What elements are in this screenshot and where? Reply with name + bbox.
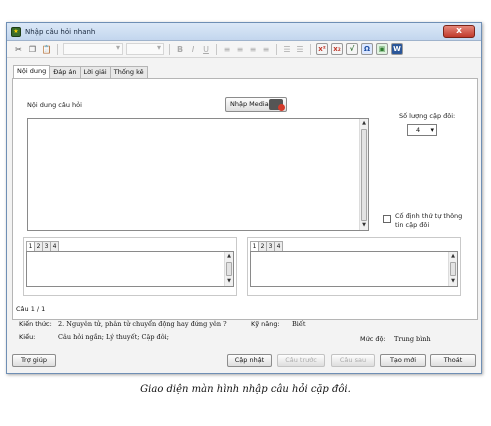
level-value: Trung bình [394,335,431,343]
bullet-list-icon[interactable]: ☰ [295,44,305,55]
toolbar-separator [57,43,58,55]
tab-bar: Nội dung Đáp án Lời giải Thống kê [13,65,148,78]
tab-statistics[interactable]: Thống kê [109,66,148,78]
toolbar-separator [276,43,277,55]
scroll-up-icon[interactable]: ▲ [360,119,368,128]
level-label: Mức độ: [360,335,386,343]
underline-button[interactable]: U [201,44,211,55]
right-pair-scrollbar[interactable]: ▲ ▼ [448,252,457,286]
exit-button[interactable]: Thoát [430,354,476,367]
help-button[interactable]: Trợ giúp [12,354,56,367]
new-question-button[interactable]: Tạo mới [380,354,426,367]
scroll-up-icon[interactable]: ▲ [449,252,457,261]
type-value: Câu hỏi ngắn; Lý thuyết; Cặp đôi; [58,333,169,341]
pair-count-label: Số lượng cặp đôi: [399,112,456,120]
app-icon: ★ [11,26,21,37]
subscript-icon[interactable]: x₂ [331,43,343,55]
toolbar-separator [169,43,170,55]
toolbar: ✂ ❐ 📋 B I U ≡ ≡ ≡ ≡ ☰ ☰ x² x₂ √ Ω ▣ W [7,41,481,58]
toolbar-separator [216,43,217,55]
paste-icon[interactable]: 📋 [41,44,52,55]
skill-value: Biết [292,320,306,328]
align-left-icon[interactable]: ≡ [222,44,232,55]
import-media-label: Nhập Media [230,100,269,108]
left-pair-editor[interactable]: ▲ ▼ [26,251,234,287]
right-pair-group: 1 2 3 4 ▲ ▼ [247,237,461,296]
copy-icon[interactable]: ❐ [27,44,38,55]
tab-solution[interactable]: Lời giải [79,66,111,78]
italic-button[interactable]: I [188,44,198,55]
equation-icon[interactable]: √ [346,43,358,55]
scroll-up-icon[interactable]: ▲ [225,252,233,261]
tab-answer[interactable]: Đáp án [49,66,81,78]
align-center-icon[interactable]: ≡ [235,44,245,55]
tab-content[interactable]: Nội dung [13,65,51,78]
left-pair-group: 1 2 3 4 ▲ ▼ [23,237,237,296]
left-pair-scrollbar[interactable]: ▲ ▼ [224,252,233,286]
scroll-down-icon[interactable]: ▼ [225,277,233,286]
right-pair-editor[interactable]: ▲ ▼ [250,251,458,287]
update-button[interactable]: Cập nhật [227,354,272,367]
window-title: Nhập câu hỏi nhanh [25,27,96,36]
title-bar: ★ Nhập câu hỏi nhanh x [7,23,481,41]
content-panel: Nội dung câu hỏi Nhập Media ▲ ▼ Số lượng… [12,78,478,320]
knowledge-label: Kiến thức: [19,320,52,328]
right-pair-tab-4[interactable]: 4 [274,241,283,251]
scroll-down-icon[interactable]: ▼ [360,221,368,230]
numbered-list-icon[interactable]: ☰ [282,44,292,55]
font-family-select[interactable] [63,43,123,55]
fix-order-checkbox[interactable] [383,215,391,223]
align-justify-icon[interactable]: ≡ [261,44,271,55]
bold-button[interactable]: B [175,44,185,55]
scroll-down-icon[interactable]: ▼ [449,277,457,286]
fix-order-label-line2: tin cặp đôi [395,221,430,229]
right-pair-tabs: 1 2 3 4 [250,241,283,251]
close-button[interactable]: x [443,25,475,38]
knowledge-value: 2. Nguyên tử, phân tử chuyển động hay đứ… [58,320,227,328]
scroll-thumb[interactable] [361,129,367,221]
next-question-button[interactable]: Câu sau [331,354,375,367]
question-editor-scrollbar[interactable]: ▲ ▼ [359,119,368,230]
pair-count-select[interactable]: 4 [407,124,437,136]
scroll-thumb[interactable] [226,262,232,276]
question-number: Câu 1 / 1 [16,305,46,313]
image-icon[interactable]: ▣ [376,43,388,55]
toolbar-separator [310,43,311,55]
previous-question-button[interactable]: Câu trước [277,354,325,367]
type-label: Kiểu: [19,333,36,341]
question-content-editor[interactable]: ▲ ▼ [27,118,369,231]
align-right-icon[interactable]: ≡ [248,44,258,55]
scroll-thumb[interactable] [450,262,456,276]
fix-order-label: Cố định thứ tự thông [395,212,463,220]
import-media-button[interactable]: Nhập Media [225,97,287,112]
left-pair-tabs: 1 2 3 4 [26,241,59,251]
font-size-select[interactable] [126,43,164,55]
symbol-icon[interactable]: Ω [361,43,373,55]
question-content-label: Nội dung câu hỏi [27,101,82,109]
media-icon [269,99,285,111]
cut-icon[interactable]: ✂ [13,44,24,55]
figure-caption: Giao diện màn hình nhập câu hỏi cặp đôi. [140,384,351,395]
skill-label: Kỹ năng: [251,320,280,328]
word-icon[interactable]: W [391,43,403,55]
superscript-icon[interactable]: x² [316,43,328,55]
left-pair-tab-4[interactable]: 4 [50,241,59,251]
